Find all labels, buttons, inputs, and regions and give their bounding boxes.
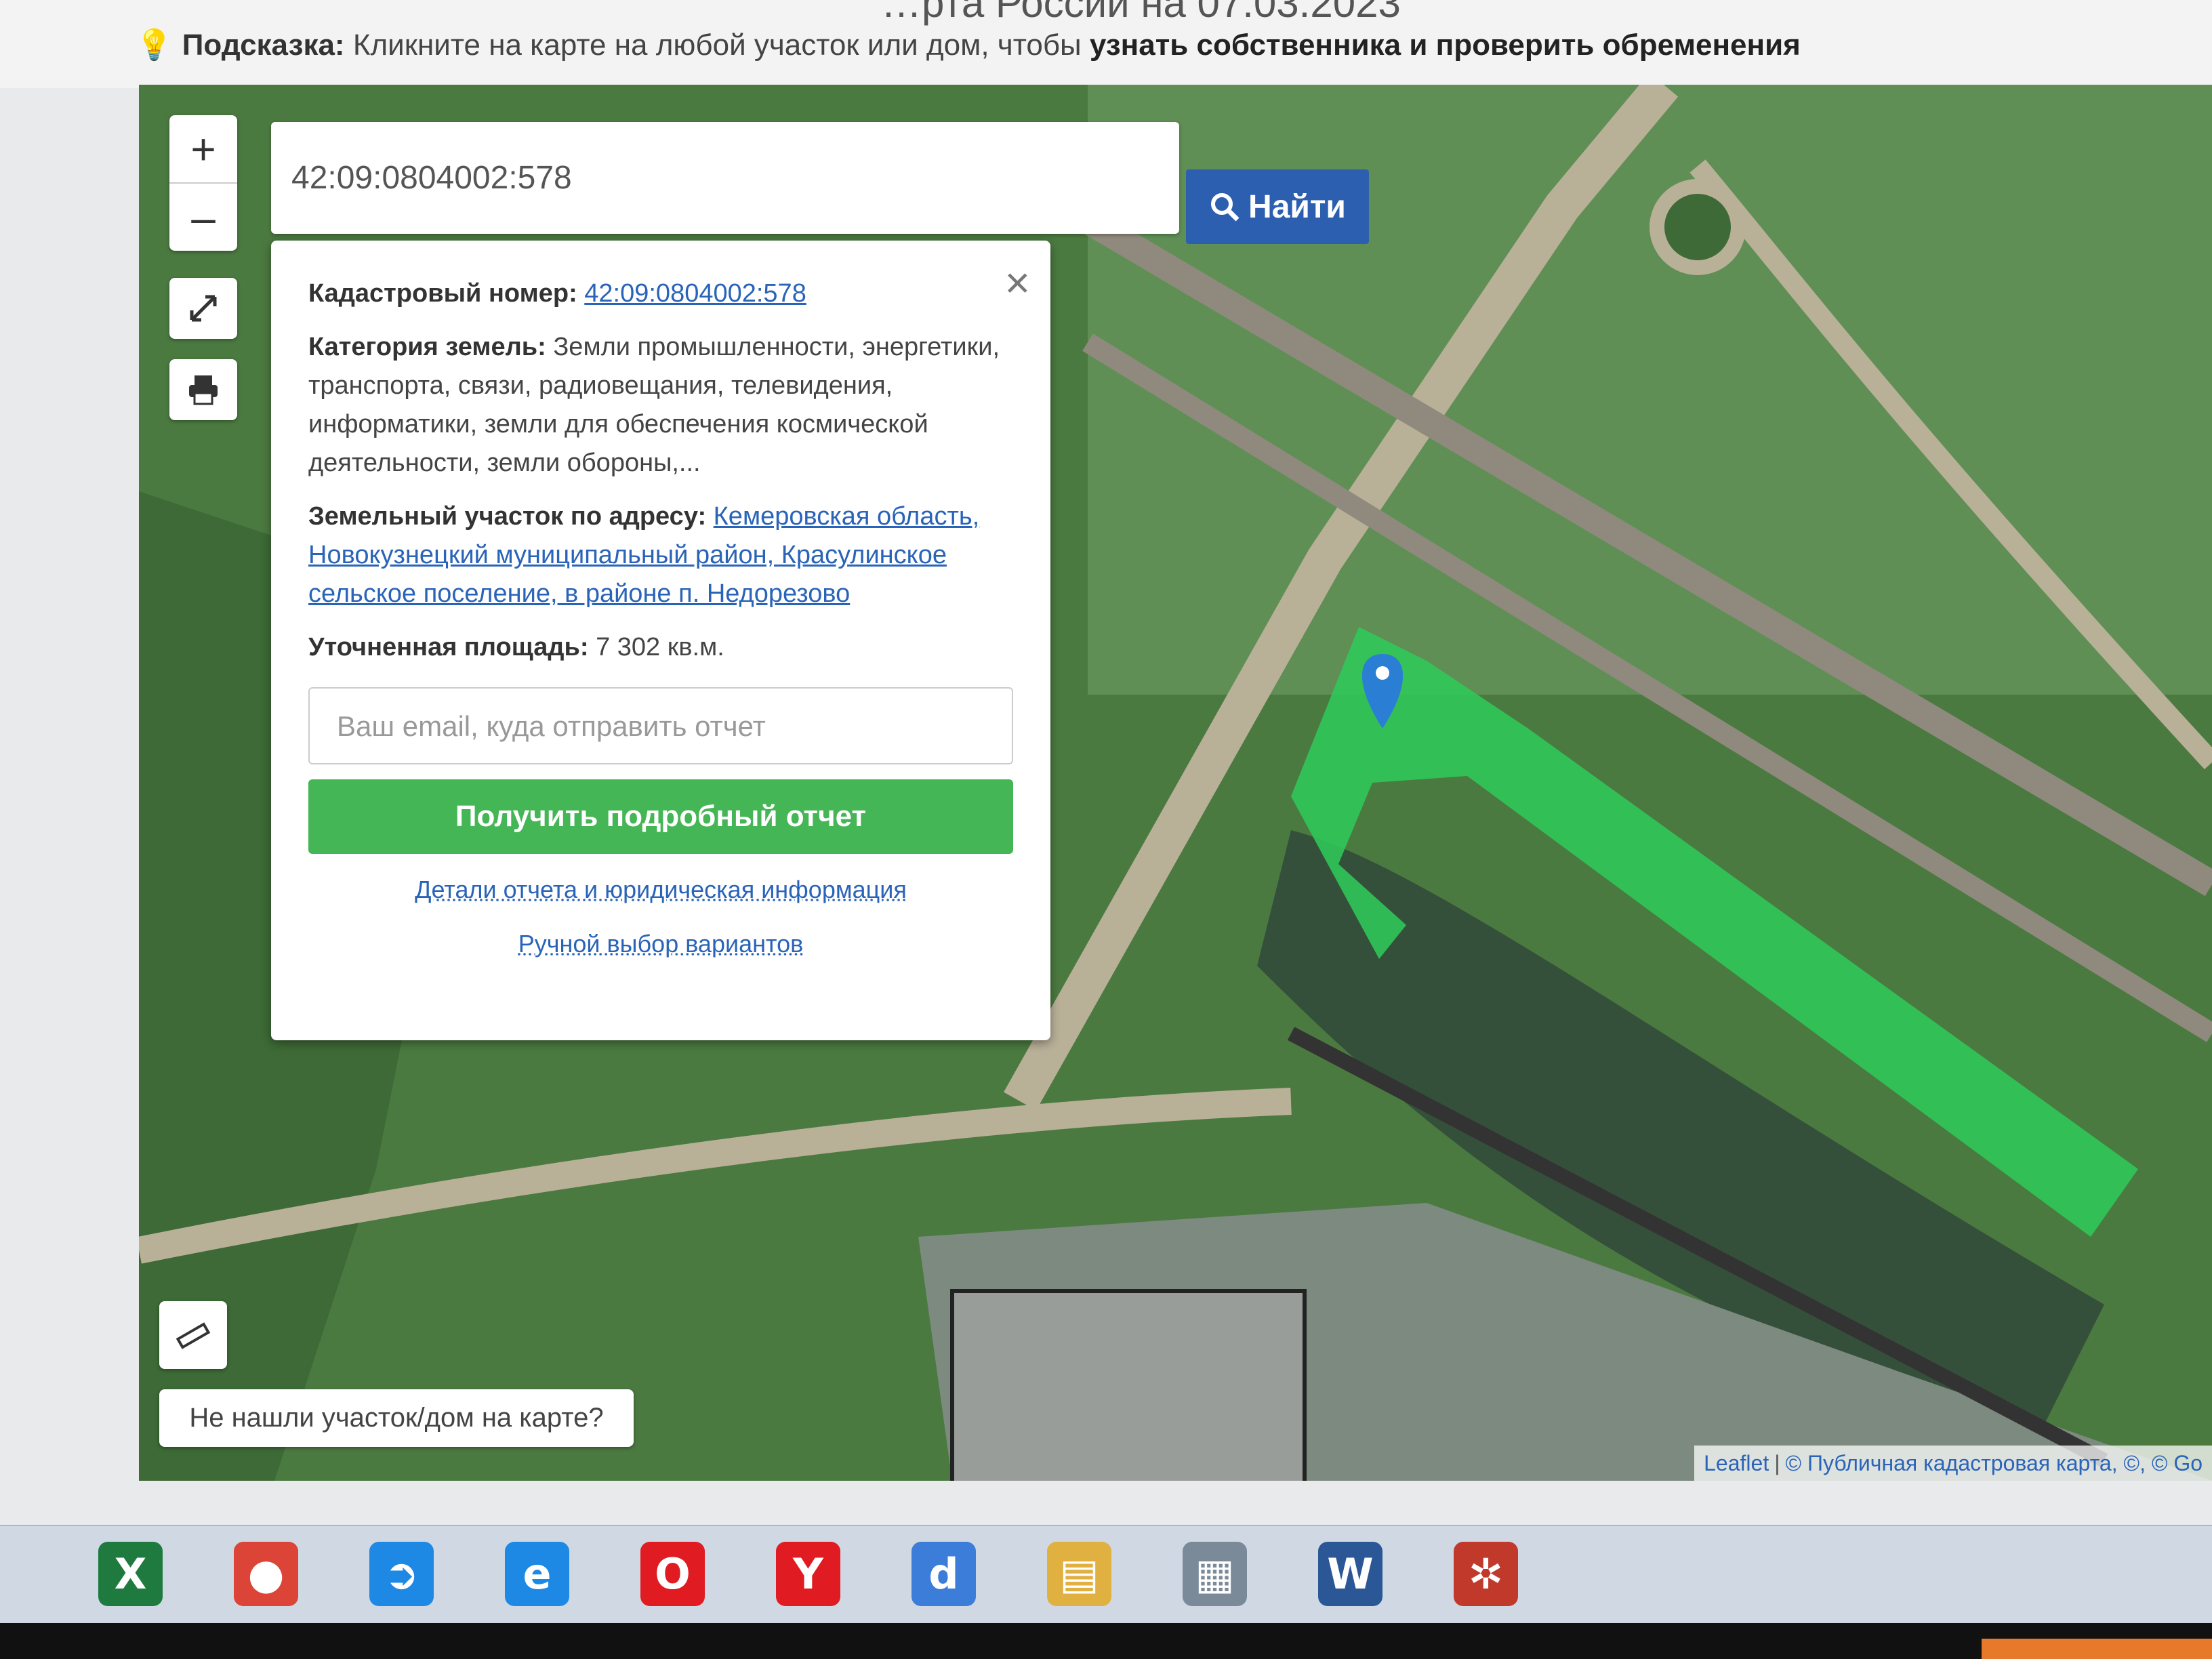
file-explorer-icon: ▤ [1047,1542,1111,1606]
taskbar-app-chrome[interactable]: ● [203,1532,329,1616]
windows-taskbar: X ● ➲ e O Yd ▤ ▦ W ✲ [0,1525,2212,1624]
find-button-label: Найти [1248,188,1346,225]
page-header: …рта России на 07.03.2023 💡 Подсказка: Кл… [0,0,2212,88]
taskbar-app-scanner[interactable]: ▦ [1152,1532,1277,1616]
taskbar-app-skype-like[interactable]: ➲ [339,1532,464,1616]
taskbar-app-file-explorer[interactable]: ▤ [1017,1532,1142,1616]
ruler-button[interactable] [159,1301,227,1369]
cadastral-label: Кадастровый номер: [308,279,577,308]
hint-line: 💡 Подсказка: Кликните на карте на любой у… [136,27,1801,62]
manual-selection-link[interactable]: Ручной выбор вариантов [518,930,803,958]
email-field[interactable]: Ваш email, куда отправить отчет [308,687,1013,764]
ruler-icon [176,1322,211,1349]
taskbar-app-internet-explorer[interactable]: e [474,1532,600,1616]
print-button[interactable] [169,359,237,420]
category-label: Категория земель: [308,333,546,361]
get-report-button[interactable]: Получить подробный отчет [308,779,1013,854]
chrome-icon: ● [234,1542,298,1606]
zoom-control: + – [169,115,237,251]
fullscreen-button[interactable] [169,278,237,339]
excel-icon: X [98,1542,163,1606]
taskbar-app-opera[interactable]: O [610,1532,735,1616]
app-settings-icon: ✲ [1454,1542,1518,1606]
address-label: Земельный участок по адресу: [308,502,707,531]
map-attribution: Leaflet | © Публичная кадастровая карта,… [1694,1446,2212,1481]
taskbar-app-app-settings[interactable]: ✲ [1423,1532,1549,1616]
taskbar-app-word[interactable]: W [1288,1532,1413,1616]
word-icon: W [1318,1542,1382,1606]
taskbar-app-excel[interactable]: X [68,1532,193,1616]
expand-icon [190,295,217,322]
cadastral-row: Кадастровый номер: 42:09:0804002:578 [308,274,1013,313]
cadastral-link[interactable]: 42:09:0804002:578 [584,279,806,308]
address-row: Земельный участок по адресу: Кемеровская… [308,497,1013,613]
hint-text: Кликните на карте на любой участок или д… [352,28,1082,62]
search-icon [1211,193,1240,222]
category-row: Категория земель: Земли промышленности, … [308,328,1013,483]
taskbar-app-yandex-browser[interactable]: Y [745,1532,871,1616]
skype-like-icon: ➲ [369,1542,434,1606]
hint-label: Подсказка: [182,28,345,62]
find-button[interactable]: Найти [1186,169,1369,244]
area-label: Уточненная площадь: [308,633,589,661]
parcel-info-popup: × Кадастровый номер: 42:09:0804002:578 К… [271,241,1050,1040]
yandex-browser-icon: Y [776,1542,840,1606]
search-input[interactable]: 42:09:0804002:578 [271,122,1179,234]
opera-icon: O [640,1542,705,1606]
internet-explorer-icon: e [505,1542,569,1606]
area-value: 7 302 кв.м. [596,633,724,661]
close-icon[interactable]: × [1005,261,1030,304]
map-view[interactable]: + – 42:09:0804002:578 Найти × Кадастровы… [139,85,2212,1481]
taskbar-app-app-d[interactable]: d [881,1532,1006,1616]
lightbulb-icon: 💡 [136,28,173,62]
app-d-icon: d [912,1542,976,1606]
hint-strong: узнать собственника и проверить обремене… [1089,28,1801,62]
area-row: Уточненная площадь: 7 302 кв.м. [308,628,1013,667]
leaflet-link[interactable]: Leaflet [1704,1451,1769,1476]
cadastral-map-attribution[interactable]: © Публичная кадастровая карта, ©, © Go [1786,1451,2203,1476]
page-title: …рта России на 07.03.2023 [881,0,1401,26]
not-found-button[interactable]: Не нашли участок/дом на карте? [159,1389,634,1447]
report-details-link[interactable]: Детали отчета и юридическая информация [415,876,907,903]
scanner-icon: ▦ [1183,1542,1247,1606]
printer-icon [189,375,218,405]
zoom-out-button[interactable]: – [169,182,237,251]
zoom-in-button[interactable]: + [169,115,237,182]
monitor-bezel [0,1623,2212,1659]
